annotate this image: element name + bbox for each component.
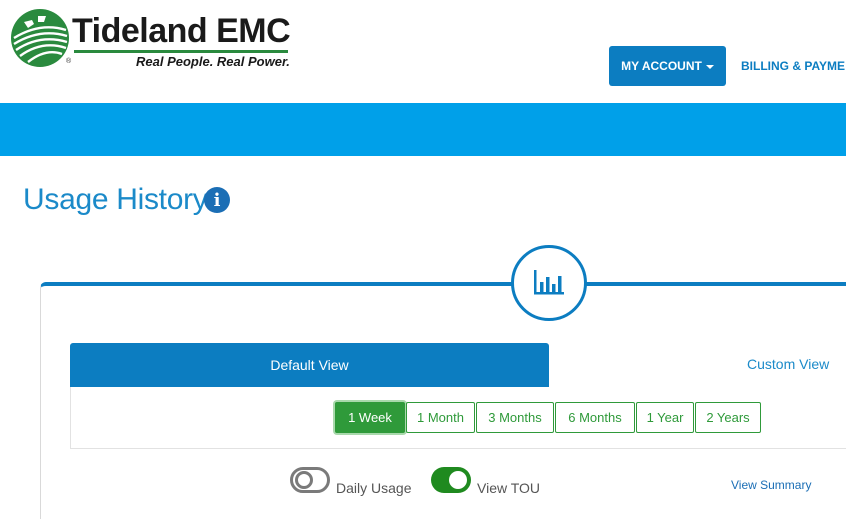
logo-underline — [74, 50, 288, 53]
site-header: Tideland EMC ® Real People. Real Power. … — [0, 0, 846, 103]
range-1-year-button[interactable]: 1 Year — [636, 402, 694, 433]
toggle-knob — [295, 471, 313, 489]
page-title: Usage History — [23, 183, 208, 216]
range-3-months-button[interactable]: 3 Months — [476, 402, 554, 433]
custom-view-tab[interactable]: Custom View — [747, 356, 829, 372]
my-account-button[interactable]: MY ACCOUNT — [609, 46, 726, 86]
range-6-months-button[interactable]: 6 Months — [555, 402, 635, 433]
daily-usage-toggle[interactable] — [290, 467, 330, 493]
view-tou-toggle[interactable] — [431, 467, 471, 493]
registered-mark: ® — [66, 58, 72, 65]
range-1-week-button[interactable]: 1 Week — [335, 402, 405, 433]
brand-name: Tideland EMC — [72, 12, 291, 50]
view-summary-link[interactable]: View Summary — [731, 478, 811, 492]
caret-down-icon — [705, 64, 714, 69]
header-band — [0, 103, 846, 156]
default-view-tab[interactable]: Default View — [70, 343, 549, 387]
view-tou-label: View TOU — [477, 480, 541, 496]
globe-logo-icon — [11, 9, 69, 67]
tideland-logo[interactable]: Tideland EMC ® Real People. Real Power. — [10, 8, 300, 70]
toggle-knob — [449, 471, 467, 489]
range-2-years-button[interactable]: 2 Years — [695, 402, 761, 433]
info-icon[interactable]: i — [204, 187, 230, 213]
chart-badge — [511, 245, 587, 321]
my-account-label: MY ACCOUNT — [621, 59, 702, 73]
daily-usage-label: Daily Usage — [336, 480, 412, 496]
info-glyph: i — [213, 189, 221, 211]
range-1-month-button[interactable]: 1 Month — [406, 402, 475, 433]
billing-nav-link[interactable]: BILLING & PAYME — [741, 59, 845, 73]
bar-chart-icon — [534, 270, 564, 295]
brand-tagline: Real People. Real Power. — [136, 54, 290, 69]
